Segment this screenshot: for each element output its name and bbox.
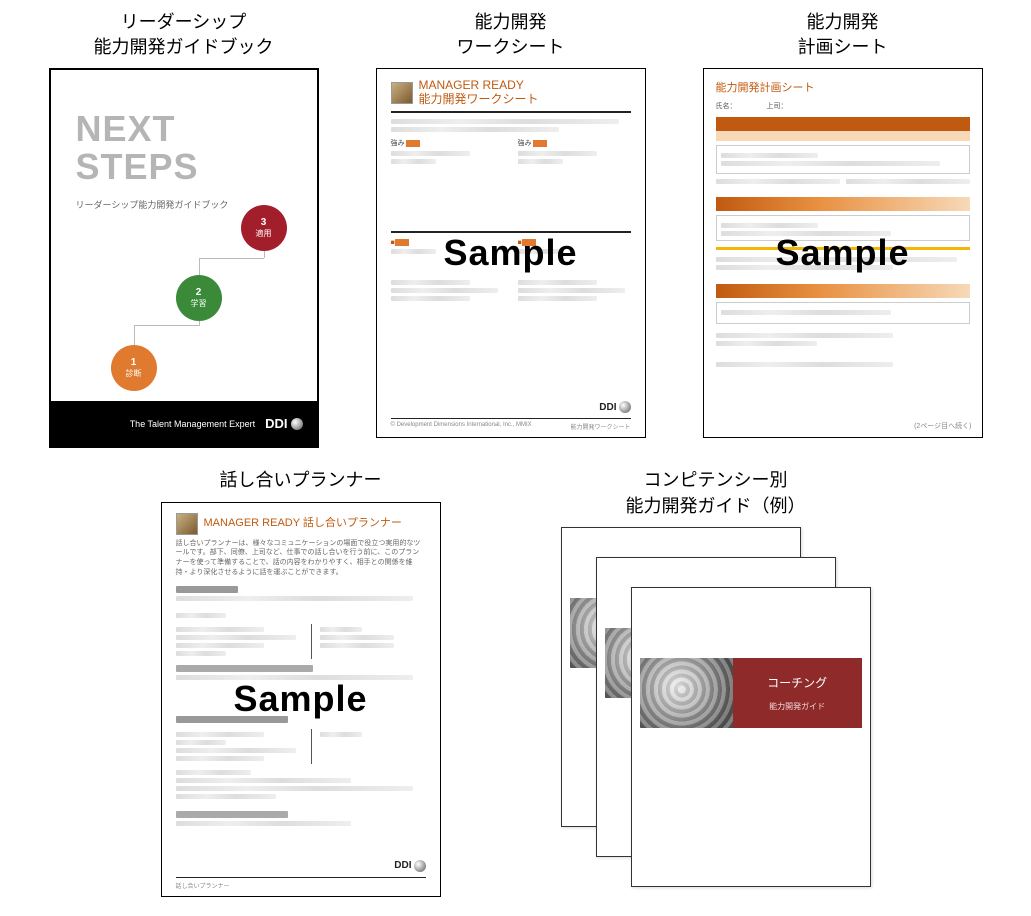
caption-worksheet: 能力開発 ワークシート [457,10,565,60]
caption-guidebook: リーダーシップ 能力開発ガイドブック [94,10,274,60]
sample-overlay: Sample [443,232,577,274]
item-planner: 話し合いプランナー MANAGER READY 話し合いプランナー 話し合いプラ… [161,468,441,896]
plansheet-title: 能力開発計画シート [716,79,970,95]
globe-icon [414,860,426,872]
planner-icon [176,513,198,535]
thumb-competency-stack: コーチング 能力開発ガイド [561,527,871,887]
thumb-plansheet: 能力開発計画シート 氏名： 上司： (2ページ目へ続く) Sample [703,68,983,438]
guidebook-title-l1: NEXT [76,108,176,149]
step-circle-3: 3適用 [241,205,287,251]
worksheet-icon [391,82,413,104]
caption-planner: 話し合いプランナー [220,468,382,493]
thumb-worksheet: MANAGER READY 能力開発ワークシート 強み 強み ■ ■ DDI [376,68,646,438]
plansheet-meta-mgr: 上司： [767,101,788,111]
sample-overlay: Sample [775,232,909,274]
caption-competency: コンピテンシー別 能力開発ガイド（例） [626,468,806,518]
planner-title: MANAGER READY 話し合いプランナー [204,517,402,530]
guidebook-title: NEXT STEPS [76,110,199,186]
cover-title: コーチング [767,674,827,691]
sample-overlay: Sample [233,678,367,720]
brand-ddi: DDI [265,416,302,431]
item-worksheet: 能力開発 ワークシート MANAGER READY 能力開発ワークシート 強み … [376,10,646,438]
planner-lead: 話し合いプランナーは、様々なコミュニケーションの場面で役立つ実用的なツールです。… [176,539,426,578]
cover-sub: 能力開発ガイド [769,701,825,712]
guidebook-subtitle: リーダーシップ能力開発ガイドブック [76,198,229,211]
step-circle-2: 2学習 [176,275,222,321]
step-circle-1: 1診断 [111,345,157,391]
globe-icon [619,401,631,413]
guidebook-footer: The Talent Management Expert DDI [51,401,317,446]
cover-text: コーチング 能力開発ガイド [733,658,862,728]
row-2: 話し合いプランナー MANAGER READY 話し合いプランナー 話し合いプラ… [20,468,1011,896]
stack-card-front: コーチング 能力開発ガイド [631,587,871,887]
globe-icon [291,418,303,430]
thumb-guidebook: NEXT STEPS リーダーシップ能力開発ガイドブック 1診断 2学習 3適用… [49,68,319,448]
item-plansheet: 能力開発 計画シート 能力開発計画シート 氏名： 上司： (2ページ目へ続く) … [703,10,983,438]
row-1: リーダーシップ 能力開発ガイドブック NEXT STEPS リーダーシップ能力開… [20,10,1011,448]
plansheet-meta-name: 氏名： [716,101,737,111]
cover-image [640,658,733,728]
item-guidebook: リーダーシップ 能力開発ガイドブック NEXT STEPS リーダーシップ能力開… [49,10,319,448]
footer-tag: The Talent Management Expert [130,419,255,429]
caption-plansheet: 能力開発 計画シート [798,10,888,60]
plansheet-footer-note: (2ページ目へ続く) [914,421,971,431]
item-competency-guide: コンピテンシー別 能力開発ガイド（例） コーチング 能力開発ガイド [561,468,871,886]
thumb-planner: MANAGER READY 話し合いプランナー 話し合いプランナーは、様々なコミ… [161,502,441,897]
guidebook-title-l2: STEPS [76,146,199,187]
planner-brand: DDI [394,860,425,872]
worksheet-title: MANAGER READY 能力開発ワークシート [419,79,539,107]
worksheet-brand: DDI [599,401,630,413]
